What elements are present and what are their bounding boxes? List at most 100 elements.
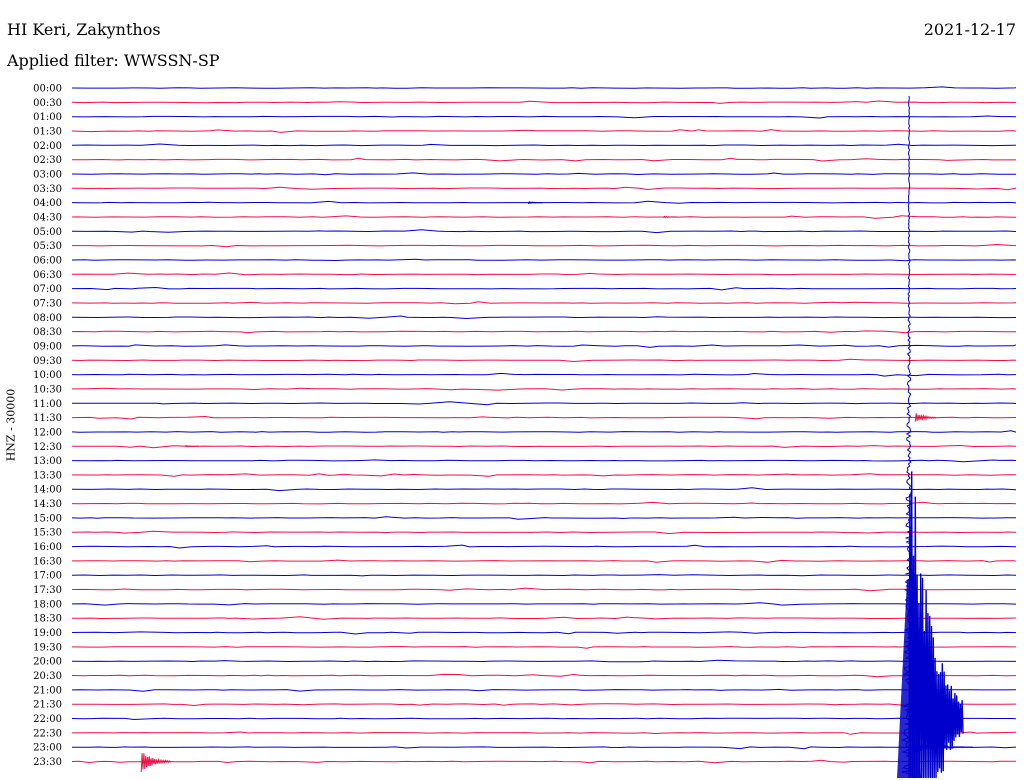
time-label-1530: 15:30 [33, 528, 62, 539]
trace-row-1000 [71, 372, 1017, 377]
time-label-2030: 20:30 [33, 671, 62, 682]
trace-row-0530 [72, 243, 1017, 248]
time-label-0930: 09:30 [33, 356, 62, 367]
time-label-1230: 12:30 [33, 442, 62, 453]
time-label-1900: 19:00 [33, 628, 62, 639]
trace-row-0330 [72, 186, 1017, 191]
time-label-0000: 00:00 [33, 84, 62, 95]
time-label-0800: 08:00 [33, 313, 62, 324]
time-label-1600: 16:00 [33, 542, 62, 553]
trace-row-1030 [72, 387, 1017, 391]
trace-row-2330 [71, 759, 1017, 764]
time-label-0030: 00:30 [33, 98, 62, 109]
trace-row-2130 [72, 703, 1017, 707]
time-label-1000: 10:00 [33, 370, 62, 381]
trace-row-0500 [71, 229, 1017, 234]
time-label-1130: 11:30 [33, 413, 62, 424]
trace-lines [71, 86, 1017, 764]
trace-row-2230 [71, 731, 1017, 735]
time-label-1330: 13:30 [33, 470, 62, 481]
time-label-0130: 01:30 [33, 127, 62, 138]
trace-row-1730 [71, 587, 1017, 592]
time-label-2230: 22:30 [33, 728, 62, 739]
trace-row-1700 [71, 574, 1017, 577]
trace-row-0830 [71, 330, 1016, 334]
trace-row-1430 [71, 501, 1017, 505]
trace-row-1130 [71, 415, 1017, 420]
trace-row-1100 [72, 401, 1017, 406]
trace-row-1530 [71, 530, 1017, 535]
time-label-0730: 07:30 [33, 298, 62, 309]
time-label-2100: 21:00 [33, 685, 62, 696]
event-burst-2 [914, 413, 937, 422]
trace-row-0200 [71, 143, 1016, 147]
time-label-0230: 02:30 [33, 155, 62, 166]
time-label-0330: 03:30 [33, 184, 62, 195]
time-label-2000: 20:00 [33, 657, 62, 668]
time-label-2130: 21:30 [33, 700, 62, 711]
trace-row-0030 [71, 100, 1017, 104]
time-label-0400: 04:00 [33, 198, 62, 209]
time-label-1700: 17:00 [33, 571, 62, 582]
trace-row-1300 [71, 459, 1017, 463]
time-label-1500: 15:00 [33, 513, 62, 524]
trace-row-0130 [71, 129, 1017, 133]
trace-row-0700 [71, 286, 1017, 291]
trace-row-0800 [71, 315, 1017, 320]
time-label-1100: 11:00 [33, 399, 62, 410]
trace-row-1930 [71, 645, 1016, 649]
time-label-1800: 18:00 [33, 599, 62, 610]
trace-row-2100 [71, 688, 1017, 692]
time-label-2200: 22:00 [33, 714, 62, 725]
time-label-0600: 06:00 [33, 256, 62, 267]
trace-row-1200 [71, 430, 1017, 433]
time-label-1300: 13:00 [33, 456, 62, 467]
trace-row-1400 [71, 487, 1017, 492]
time-label-1030: 10:30 [33, 384, 62, 395]
event-burst-1 [663, 215, 678, 219]
time-label-1200: 12:00 [33, 427, 62, 438]
trace-row-1830 [72, 616, 1017, 620]
time-label-0530: 05:30 [33, 241, 62, 252]
trace-row-1630 [72, 559, 1017, 563]
trace-row-1230 [71, 444, 1017, 449]
trace-row-0400 [71, 200, 1017, 204]
time-label-1930: 19:30 [33, 642, 62, 653]
time-label-0700: 07:00 [33, 284, 62, 295]
trace-row-1600 [71, 544, 1017, 549]
trace-row-2000 [71, 659, 1017, 663]
time-label-1830: 18:30 [33, 614, 62, 625]
time-label-0200: 02:00 [33, 141, 62, 152]
trace-row-0900 [71, 344, 1017, 348]
time-label-2330: 23:30 [33, 757, 62, 768]
time-label-0630: 06:30 [33, 270, 62, 281]
trace-row-1330 [71, 473, 1017, 477]
trace-row-1800 [71, 602, 1017, 606]
time-label-1430: 14:30 [33, 499, 62, 510]
time-label-0500: 05:00 [33, 227, 62, 238]
trace-row-0930 [71, 358, 1017, 363]
trace-row-0430 [71, 215, 1017, 219]
trace-row-1500 [71, 516, 1016, 520]
helicorder-chart: 00:00 00:30 01:00 01:30 02:00 02:30 03:00 03:30… [33, 84, 1017, 779]
trace-row-0730 [71, 301, 1017, 305]
time-label-0300: 03:00 [33, 170, 62, 181]
time-label-1400: 14:00 [33, 485, 62, 496]
event-burst-4 [140, 753, 172, 773]
trace-row-0230 [72, 157, 1016, 162]
trace-row-0300 [71, 172, 1017, 176]
time-label-0900: 09:00 [33, 341, 62, 352]
time-label-0430: 04:30 [33, 213, 62, 224]
trace-row-0600 [71, 258, 1017, 262]
trace-row-1900 [71, 631, 1017, 635]
time-label-1630: 16:30 [33, 556, 62, 567]
time-labels: 00:00 00:30 01:00 01:30 02:00 02:30 03:00 03:30… [33, 84, 62, 769]
time-label-0830: 08:30 [33, 327, 62, 338]
trace-row-0100 [71, 115, 1017, 119]
trace-row-2300 [71, 746, 1017, 750]
time-label-0100: 01:00 [33, 112, 62, 123]
trace-row-2200 [71, 717, 1017, 721]
time-label-2300: 23:00 [33, 743, 62, 754]
trace-row-0630 [71, 272, 1016, 276]
trace-row-0000 [71, 86, 1017, 89]
